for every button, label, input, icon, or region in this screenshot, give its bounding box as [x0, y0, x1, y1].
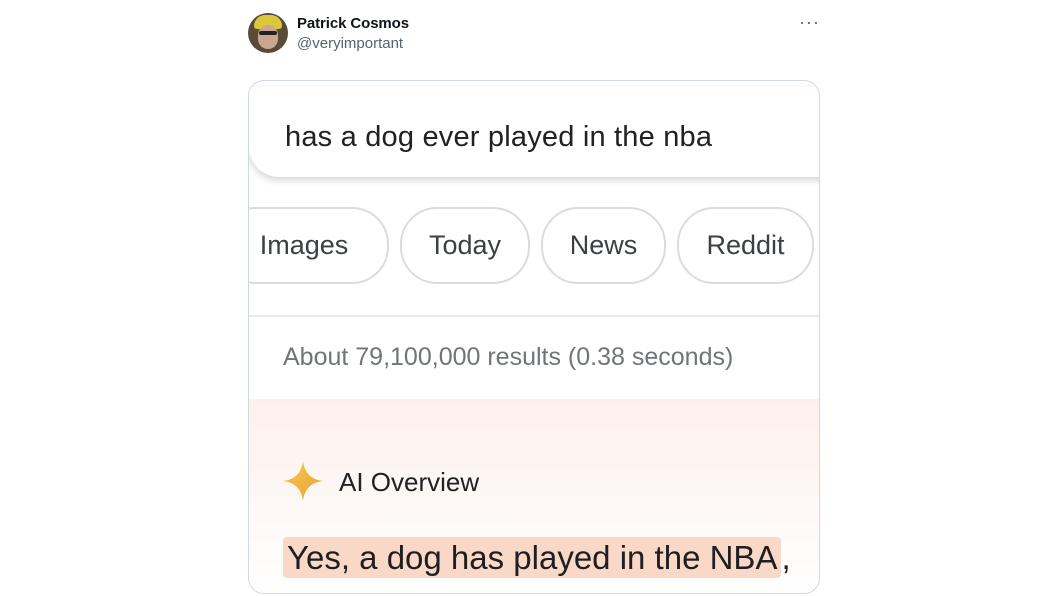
ai-answer-line: Yes, a dog has played in the NBA,: [283, 537, 791, 578]
ai-overview-title: AI Overview: [339, 467, 480, 497]
tweet-media-image[interactable]: has a dog ever played in the nba Images …: [248, 80, 820, 594]
search-chips: Images Today News Reddit: [249, 207, 819, 287]
more-options-icon[interactable]: ···: [799, 12, 820, 32]
tweet-header: Patrick Cosmos @veryimportant ···: [248, 12, 820, 56]
search-query: has a dog ever played in the nba: [285, 121, 713, 153]
chip-today: Today: [400, 207, 530, 284]
author-name[interactable]: Patrick Cosmos: [297, 15, 409, 32]
chip-news: News: [541, 207, 666, 284]
result-stats: About 79,100,000 results (0.38 seconds): [283, 343, 734, 371]
avatar-glasses: [259, 31, 277, 35]
ai-answer-highlight: Yes, a dog has played in the NBA: [283, 537, 782, 578]
ai-answer-punct: ,: [781, 539, 791, 576]
divider: [249, 315, 819, 317]
search-box: has a dog ever played in the nba: [249, 87, 819, 177]
avatar-face: [258, 25, 278, 49]
author-handle[interactable]: @veryimportant: [297, 35, 403, 52]
chip-reddit: Reddit: [677, 207, 814, 284]
ai-overview-panel: AI Overview Yes, a dog has played in the…: [249, 399, 819, 593]
avatar[interactable]: [248, 13, 288, 53]
chip-images: Images: [249, 207, 389, 284]
sparkle-icon: [283, 461, 323, 501]
